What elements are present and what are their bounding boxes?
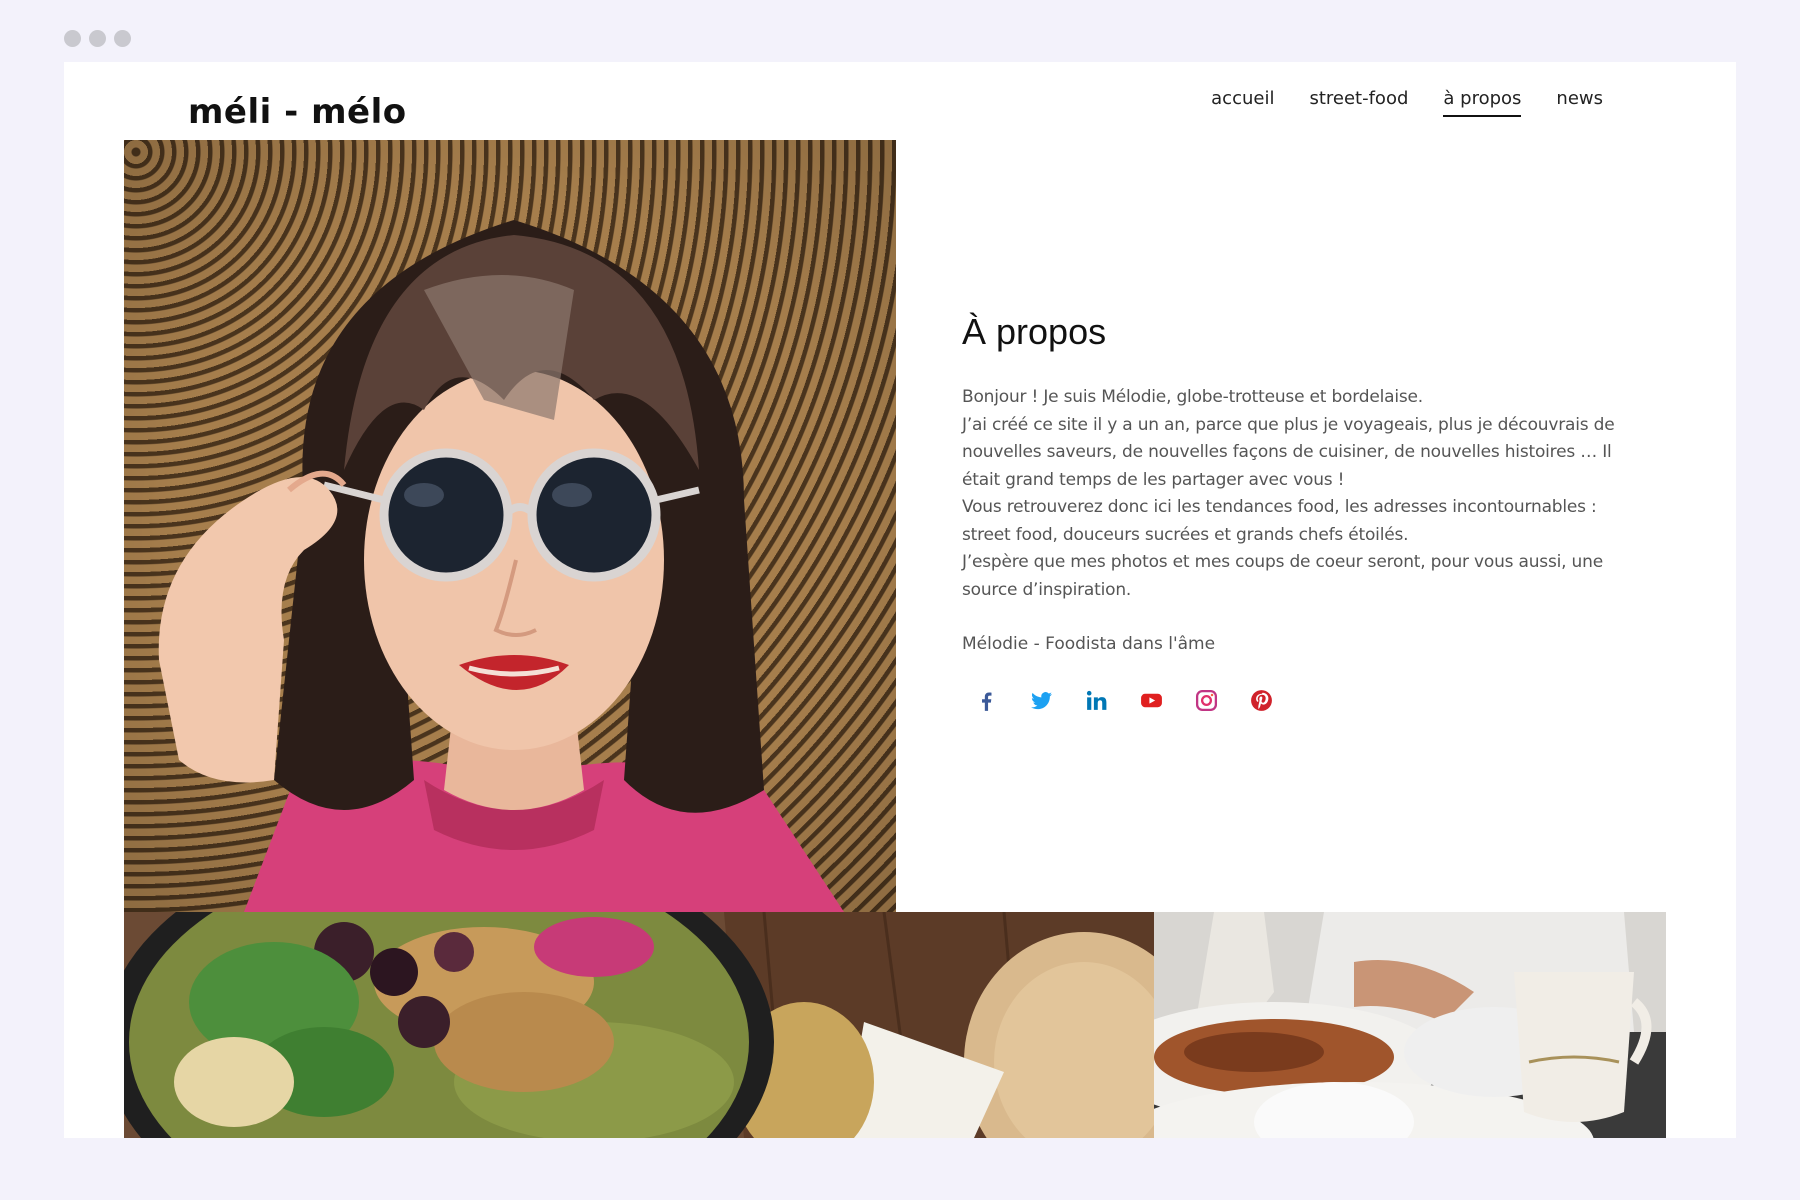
browser-page: méli - mélo accueil street-food à propos… xyxy=(64,62,1736,1138)
about-paragraph: Vous retrouverez donc ici les tendances … xyxy=(962,497,1597,545)
nav-item-news[interactable]: news xyxy=(1556,86,1603,117)
nav-item-street-food[interactable]: street-food xyxy=(1309,86,1408,117)
window-controls xyxy=(64,30,131,47)
instagram-icon[interactable] xyxy=(1194,688,1219,713)
window-dot[interactable] xyxy=(89,30,106,47)
youtube-icon[interactable] xyxy=(1139,688,1164,713)
pinterest-icon[interactable] xyxy=(1249,688,1274,713)
nav-item-a-propos[interactable]: à propos xyxy=(1443,86,1522,117)
restaurant-plates-photo xyxy=(1154,912,1666,1138)
food-photo-strip xyxy=(124,912,1666,1138)
signature: Mélodie - Foodista dans l'âme xyxy=(962,634,1216,654)
facebook-icon[interactable] xyxy=(974,688,999,713)
linkedin-icon[interactable] xyxy=(1084,688,1109,713)
main-nav: accueil street-food à propos news xyxy=(1211,86,1603,117)
portrait-illustration xyxy=(158,220,844,912)
window-dot[interactable] xyxy=(114,30,131,47)
social-links xyxy=(974,688,1622,713)
twitter-icon[interactable] xyxy=(1029,688,1054,713)
about-paragraph: Bonjour ! Je suis Mélodie, globe-trotteu… xyxy=(962,387,1423,407)
about-section: À propos Bonjour ! Je suis Mélodie, glob… xyxy=(962,310,1622,713)
about-paragraph: J’espère que mes photos et mes coups de … xyxy=(962,552,1603,600)
window-dot[interactable] xyxy=(64,30,81,47)
portrait-photo xyxy=(124,140,896,912)
about-text: Bonjour ! Je suis Mélodie, globe-trotteu… xyxy=(962,384,1622,604)
nav-item-accueil[interactable]: accueil xyxy=(1211,86,1274,117)
page-title: À propos xyxy=(962,311,1107,352)
site-logo[interactable]: méli - mélo xyxy=(188,74,407,150)
about-paragraph: J’ai créé ce site il y a un an, parce qu… xyxy=(962,414,1615,490)
smoothie-bowl-photo xyxy=(124,912,1154,1138)
